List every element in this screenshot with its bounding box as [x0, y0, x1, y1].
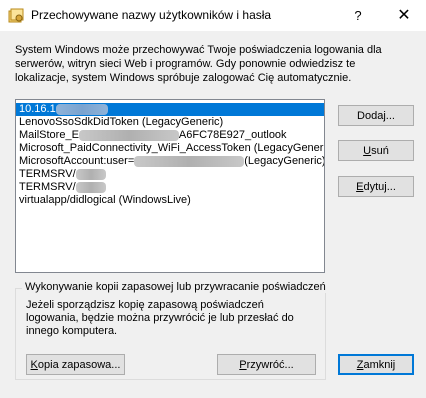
list-item[interactable]: TERMSRV/: [16, 181, 324, 194]
window-title: Przechowywane nazwy użytkowników i hasła: [31, 8, 272, 22]
redacted-blur: [75, 168, 106, 180]
remove-button[interactable]: Usuń: [338, 140, 414, 161]
list-item[interactable]: MicrosoftAccount:user= (LegacyGeneric): [16, 155, 324, 168]
redacted-blur: [78, 129, 179, 141]
list-item[interactable]: virtualapp/didlogical (WindowsLive): [16, 194, 324, 207]
list-item[interactable]: 10.16.1: [16, 103, 324, 116]
redacted-blur: [134, 155, 245, 167]
help-button[interactable]: ?: [338, 0, 378, 31]
backup-group-text: Jeżeli sporządzisz kopię zapasową poświa…: [26, 299, 294, 337]
restore-button[interactable]: Przywróć...: [217, 354, 316, 375]
list-item[interactable]: MailStore_E A6FC78E927_outlook: [16, 129, 324, 142]
list-item[interactable]: TERMSRV/: [16, 168, 324, 181]
backup-group-legend: Wykonywanie kopii zapasowej lub przywrac…: [22, 281, 329, 293]
edit-button[interactable]: Edytuj...: [338, 176, 414, 197]
list-item[interactable]: LenovoSsoSdkDidToken (LegacyGeneric): [16, 116, 324, 129]
add-button[interactable]: Dodaj...: [338, 105, 414, 126]
close-button[interactable]: Zamknij: [338, 354, 414, 375]
close-window-button[interactable]: ✕: [382, 0, 426, 31]
title-bar: Przechowywane nazwy użytkowników i hasła…: [0, 0, 426, 31]
redacted-blur: [75, 181, 106, 193]
backup-button[interactable]: Kopia zapasowa...: [26, 354, 125, 375]
list-item[interactable]: Microsoft_PaidConnectivity_WiFi_AccessTo…: [16, 142, 324, 155]
credential-manager-icon: [8, 8, 24, 23]
intro-text: System Windows może przechowywać Twoje p…: [15, 44, 382, 84]
redacted-blur: [55, 103, 108, 115]
credentials-listbox[interactable]: 10.16.1 LenovoSsoSdkDidToken (LegacyGene…: [15, 99, 325, 273]
